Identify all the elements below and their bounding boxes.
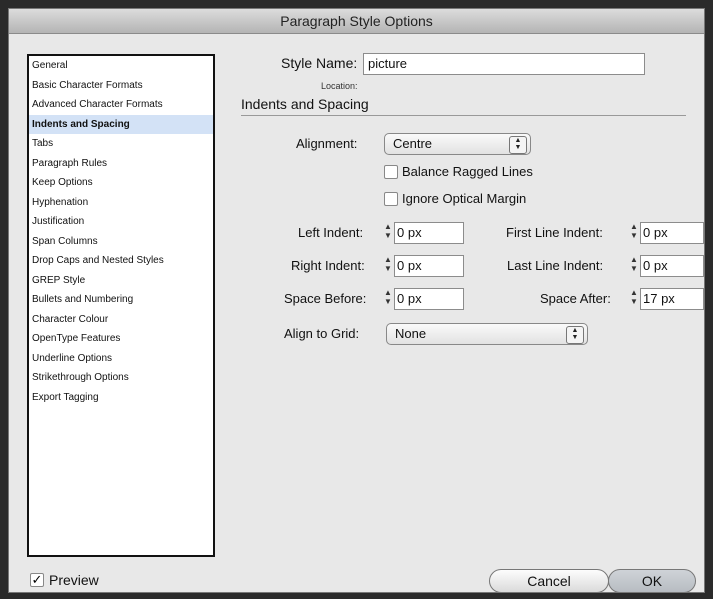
alignment-value: Centre — [393, 136, 433, 151]
sidebar-item-drop-caps[interactable]: Drop Caps and Nested Styles — [29, 251, 213, 271]
balance-ragged-lines-checkbox[interactable] — [384, 165, 398, 179]
sidebar-item-general[interactable]: General — [29, 56, 213, 76]
last-line-indent-label: Last Line Indent: — [507, 258, 604, 273]
cancel-button[interactable]: Cancel — [489, 569, 609, 593]
sidebar-item-paragraph-rules[interactable]: Paragraph Rules — [29, 154, 213, 174]
right-indent-input[interactable]: 0 px — [394, 255, 464, 277]
stepper-arrows-icon[interactable]: ▲ ▼ — [382, 222, 394, 244]
sidebar-item-hyphenation[interactable]: Hyphenation — [29, 193, 213, 213]
alignment-label: Alignment: — [296, 136, 358, 151]
section-divider — [241, 115, 686, 116]
checkmark-icon: ✓ — [31, 572, 43, 587]
align-to-grid-select[interactable]: None ▲ ▼ — [386, 323, 588, 345]
window-title: Paragraph Style Options — [9, 9, 704, 34]
style-name-input[interactable]: picture — [363, 53, 645, 75]
last-line-indent-input[interactable]: 0 px — [640, 255, 704, 277]
sidebar-item-strikethrough-options[interactable]: Strikethrough Options — [29, 368, 213, 388]
stepper-arrows-icon[interactable]: ▲ ▼ — [628, 222, 640, 244]
sidebar-item-advanced-character-formats[interactable]: Advanced Character Formats — [29, 95, 213, 115]
stepper-arrows-icon[interactable]: ▲ ▼ — [382, 288, 394, 310]
stepper-arrows-icon[interactable]: ▲ ▼ — [628, 255, 640, 277]
right-indent-label: Right Indent: — [291, 258, 365, 273]
sidebar-item-opentype-features[interactable]: OpenType Features — [29, 329, 213, 349]
select-arrows-icon: ▲ ▼ — [509, 136, 527, 154]
space-after-label: Space After: — [540, 291, 611, 306]
stepper-arrows-icon[interactable]: ▲ ▼ — [382, 255, 394, 277]
ignore-optical-margin-checkbox[interactable] — [384, 192, 398, 206]
style-name-label: Style Name: — [281, 55, 358, 71]
sidebar-item-keep-options[interactable]: Keep Options — [29, 173, 213, 193]
space-before-label: Space Before: — [284, 291, 367, 306]
select-arrows-icon: ▲ ▼ — [566, 326, 584, 344]
align-to-grid-value: None — [395, 326, 427, 341]
stepper-arrows-icon[interactable]: ▲ ▼ — [628, 288, 640, 310]
first-line-indent-label: First Line Indent: — [506, 225, 603, 240]
ok-button[interactable]: OK — [608, 569, 696, 593]
sidebar-item-basic-character-formats[interactable]: Basic Character Formats — [29, 76, 213, 96]
sidebar-item-underline-options[interactable]: Underline Options — [29, 349, 213, 369]
ignore-optical-margin-label: Ignore Optical Margin — [402, 191, 527, 206]
preview-label: Preview — [49, 572, 99, 588]
space-after-input[interactable]: 17 px — [640, 288, 704, 310]
alignment-select[interactable]: Centre ▲ ▼ — [384, 133, 531, 155]
align-to-grid-label: Align to Grid: — [284, 326, 360, 341]
space-before-input[interactable]: 0 px — [394, 288, 464, 310]
sidebar-item-justification[interactable]: Justification — [29, 212, 213, 232]
sidebar-item-bullets-and-numbering[interactable]: Bullets and Numbering — [29, 290, 213, 310]
sidebar-item-tabs[interactable]: Tabs — [29, 134, 213, 154]
category-list[interactable]: General Basic Character Formats Advanced… — [27, 54, 215, 557]
sidebar-item-export-tagging[interactable]: Export Tagging — [29, 388, 213, 408]
sidebar-item-grep-style[interactable]: GREP Style — [29, 271, 213, 291]
first-line-indent-input[interactable]: 0 px — [640, 222, 704, 244]
preview-checkbox[interactable]: ✓ — [30, 573, 44, 587]
sidebar-item-span-columns[interactable]: Span Columns — [29, 232, 213, 252]
sidebar-item-indents-and-spacing[interactable]: Indents and Spacing — [29, 114, 213, 134]
section-heading: Indents and Spacing — [241, 96, 369, 112]
left-indent-input[interactable]: 0 px — [394, 222, 464, 244]
dialog-window: Paragraph Style Options General Basic Ch… — [8, 8, 705, 593]
sidebar-item-character-colour[interactable]: Character Colour — [29, 310, 213, 330]
balance-ragged-lines-label: Balance Ragged Lines — [402, 164, 533, 179]
left-indent-label: Left Indent: — [298, 225, 364, 240]
location-label: Location: — [321, 81, 358, 91]
